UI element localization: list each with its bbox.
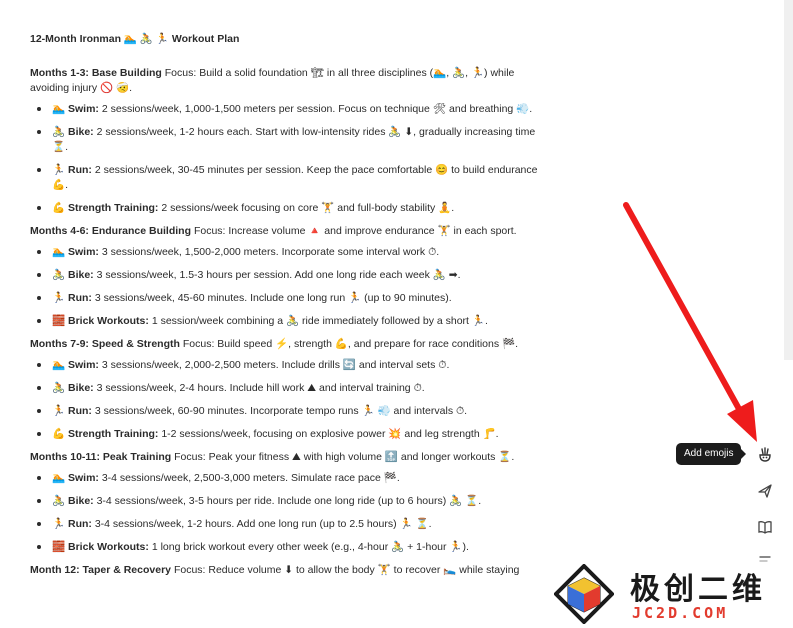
- section-focus: Focus: Reduce volume ⬇ to allow the body…: [173, 564, 520, 576]
- item-text: 3 sessions/week, 60-90 minutes. Incorpor…: [94, 405, 468, 417]
- list-item: 🚴 Bike: 3 sessions/week, 1.5-3 hours per…: [30, 268, 540, 283]
- section-heading: Month 12: Taper & Recovery: [30, 564, 172, 576]
- item-text: 3 sessions/week, 2,000-2,500 meters. Inc…: [101, 359, 450, 371]
- add-emojis-icon[interactable]: [752, 442, 778, 468]
- paper-plane-icon[interactable]: [752, 478, 778, 504]
- item-label: 🏃 Run:: [52, 292, 92, 304]
- section-list: 🏊 Swim: 2 sessions/week, 1,000-1,500 met…: [30, 102, 540, 216]
- item-text: 3 sessions/week, 2-4 hours. Include hill…: [96, 382, 425, 394]
- list-item: 💪 Strength Training: 2 sessions/week foc…: [30, 201, 540, 216]
- item-text: 3-4 sessions/week, 3-5 hours per ride. I…: [96, 495, 482, 507]
- plan-section: Months 10-11: Peak Training Focus: Peak …: [30, 450, 540, 555]
- item-label: 🚴 Bike:: [52, 269, 94, 281]
- section-heading: Months 7-9: Speed & Strength: [30, 338, 180, 350]
- item-text: 1 session/week combining a 🚴 ride immedi…: [151, 315, 488, 327]
- watermark-logo-icon: [554, 564, 614, 624]
- list-item: 🧱 Brick Workouts: 1 long brick workout e…: [30, 540, 540, 555]
- list-item: 💪 Strength Training: 1-2 sessions/week, …: [30, 427, 540, 442]
- item-text: 3-4 sessions/week, 2,500-3,000 meters. S…: [101, 472, 400, 484]
- watermark: 极创二维 JC2D.COM: [548, 560, 793, 628]
- writing-tools-rail: [746, 432, 786, 572]
- list-item: 🏊 Swim: 3-4 sessions/week, 2,500-3,000 m…: [30, 471, 540, 486]
- item-label: 💪 Strength Training:: [52, 428, 159, 440]
- section-list: 🏊 Swim: 3-4 sessions/week, 2,500-3,000 m…: [30, 471, 540, 555]
- item-label: 🚴 Bike:: [52, 495, 94, 507]
- watermark-en-text: JC2D.COM: [632, 604, 729, 622]
- list-item: 🏃 Run: 2 sessions/week, 30-45 minutes pe…: [30, 163, 540, 193]
- section-header: Months 4-6: Endurance Building Focus: In…: [30, 224, 540, 239]
- list-item: 🚴 Bike: 2 sessions/week, 1-2 hours each.…: [30, 125, 540, 155]
- section-header: Months 7-9: Speed & Strength Focus: Buil…: [30, 337, 540, 352]
- item-text: 3 sessions/week, 1,500-2,000 meters. Inc…: [101, 246, 440, 258]
- section-heading: Months 1-3: Base Building: [30, 67, 162, 79]
- item-label: 🏊 Swim:: [52, 472, 99, 484]
- section-list: 🏊 Swim: 3 sessions/week, 1,500-2,000 met…: [30, 245, 540, 329]
- plan-section: Months 4-6: Endurance Building Focus: In…: [30, 224, 540, 329]
- scrollbar[interactable]: [784, 0, 793, 360]
- item-label: 🚴 Bike:: [52, 382, 94, 394]
- plan-section: Months 1-3: Base Building Focus: Build a…: [30, 66, 540, 216]
- item-label: 🏃 Run:: [52, 164, 92, 176]
- list-item: 🚴 Bike: 3 sessions/week, 2-4 hours. Incl…: [30, 381, 540, 396]
- section-header: Month 12: Taper & Recovery Focus: Reduce…: [30, 563, 540, 578]
- item-label: 🏊 Swim:: [52, 359, 99, 371]
- section-heading: Months 4-6: Endurance Building: [30, 225, 192, 237]
- list-item: 🏃 Run: 3 sessions/week, 45-60 minutes. I…: [30, 291, 540, 306]
- item-label: 🚴 Bike:: [52, 126, 94, 138]
- item-label: 🏃 Run:: [52, 518, 92, 530]
- document-title: 12-Month Ironman 🏊 🚴 🏃 Workout Plan: [30, 33, 240, 45]
- section-list: 🏊 Swim: 3 sessions/week, 2,000-2,500 met…: [30, 358, 540, 442]
- list-item: 🏃 Run: 3-4 sessions/week, 1-2 hours. Add…: [30, 517, 540, 532]
- item-text: 3 sessions/week, 45-60 minutes. Include …: [94, 292, 452, 304]
- book-icon[interactable]: [752, 514, 778, 540]
- sections-container: Months 1-3: Base Building Focus: Build a…: [30, 66, 540, 578]
- document-body: 12-Month Ironman 🏊 🚴 🏃 Workout Plan Mont…: [30, 26, 540, 584]
- list-item: 🧱 Brick Workouts: 1 session/week combini…: [30, 314, 540, 329]
- watermark-cn-text: 极创二维: [630, 572, 766, 607]
- list-item: 🏊 Swim: 3 sessions/week, 2,000-2,500 met…: [30, 358, 540, 373]
- item-label: 🏊 Swim:: [52, 246, 99, 258]
- list-item: 🏊 Swim: 2 sessions/week, 1,000-1,500 met…: [30, 102, 540, 117]
- section-focus: Focus: Increase volume 🔺 and improve end…: [193, 225, 517, 237]
- section-focus: Focus: Peak your fitness ⛰ with high vol…: [174, 451, 515, 463]
- item-text: 2 sessions/week, 1,000-1,500 meters per …: [101, 103, 533, 115]
- item-label: 🧱 Brick Workouts:: [52, 541, 149, 553]
- item-label: 🧱 Brick Workouts:: [52, 315, 149, 327]
- item-label: 🏊 Swim:: [52, 103, 99, 115]
- section-header: Months 1-3: Base Building Focus: Build a…: [30, 66, 540, 96]
- list-item: 🏃 Run: 3 sessions/week, 60-90 minutes. I…: [30, 404, 540, 419]
- section-header: Months 10-11: Peak Training Focus: Peak …: [30, 450, 540, 465]
- item-text: 3 sessions/week, 1.5-3 hours per session…: [96, 269, 461, 281]
- item-label: 💪 Strength Training:: [52, 202, 159, 214]
- section-focus: Focus: Build speed ⚡, strength 💪, and pr…: [182, 338, 518, 350]
- item-text: 1-2 sessions/week, focusing on explosive…: [161, 428, 499, 440]
- plan-section: Months 7-9: Speed & Strength Focus: Buil…: [30, 337, 540, 442]
- item-text: 2 sessions/week, 30-45 minutes per sessi…: [52, 164, 538, 191]
- item-label: 🏃 Run:: [52, 405, 92, 417]
- item-text: 2 sessions/week focusing on core 🏋 and f…: [161, 202, 455, 214]
- list-item: 🚴 Bike: 3-4 sessions/week, 3-5 hours per…: [30, 494, 540, 509]
- item-text: 2 sessions/week, 1-2 hours each. Start w…: [52, 126, 536, 153]
- plan-section: Month 12: Taper & Recovery Focus: Reduce…: [30, 563, 540, 578]
- section-heading: Months 10-11: Peak Training: [30, 451, 172, 463]
- item-text: 1 long brick workout every other week (e…: [151, 541, 469, 553]
- add-emojis-tooltip: Add emojis: [676, 443, 747, 465]
- list-item: 🏊 Swim: 3 sessions/week, 1,500-2,000 met…: [30, 245, 540, 260]
- item-text: 3-4 sessions/week, 1-2 hours. Add one lo…: [94, 518, 432, 530]
